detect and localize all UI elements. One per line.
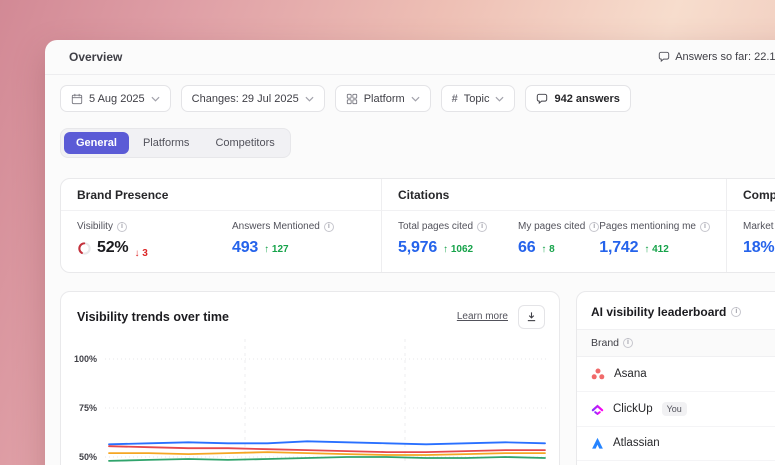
my-pages-cited-metric: My pages cited 66 ↑ 8 (518, 221, 599, 259)
trend-chart: 100% 75% 50% (61, 339, 559, 465)
changes-filter-label: Changes: 29 Jul 2025 (192, 93, 299, 105)
date-filter-label: 5 Aug 2025 (89, 93, 145, 105)
topic-filter-label: Topic (464, 93, 490, 105)
visibility-trends-card: Visibility trends over time Learn more 1… (60, 291, 560, 465)
my-pages-cited-value: 66 (518, 239, 535, 257)
info-icon[interactable] (623, 338, 633, 348)
answers-mentioned-metric: Answers Mentioned 493 ↑ 127 (232, 221, 334, 259)
y-axis-tick: 75% (61, 402, 97, 414)
brand-name: Atlassian (613, 437, 660, 449)
total-pages-cited-value: 5,976 (398, 239, 437, 257)
view-tabs: General Platforms Competitors (60, 128, 291, 158)
platform-filter-label: Platform (364, 93, 405, 105)
info-icon[interactable] (477, 222, 487, 232)
chevron-down-icon (411, 96, 420, 102)
atlassian-logo-icon (591, 437, 604, 450)
hash-icon (452, 93, 458, 105)
answers-mentioned-delta: ↑ 127 (264, 244, 288, 255)
info-icon[interactable] (589, 222, 599, 232)
stats-panel: Brand Presence Citations Competitors Vis… (60, 178, 775, 273)
brand-presence-metrics: Visibility 52% ↓ 3 (61, 211, 381, 272)
market-share-value: 18% (743, 239, 774, 257)
trend-card-title: Visibility trends over time (77, 310, 229, 324)
market-share-metric: Market Share 18% (743, 221, 775, 259)
my-pages-cited-delta: ↑ 8 (541, 244, 554, 255)
answers-mentioned-label: Answers Mentioned (232, 221, 320, 232)
info-icon[interactable] (731, 307, 741, 317)
y-axis-tick: 100% (61, 353, 97, 365)
visibility-gauge-icon (77, 241, 92, 256)
pages-mentioning-me-metric: Pages mentioning me 1,742 ↑ 412 (599, 221, 710, 259)
leaderboard-row-atlassian[interactable]: Atlassian (577, 427, 775, 461)
brand-column-header: Brand (577, 329, 775, 357)
my-pages-cited-label: My pages cited (518, 221, 585, 232)
visibility-value: 52% (77, 239, 128, 257)
ai-visibility-leaderboard-card: AI visibility leaderboard Brand Asana (576, 291, 775, 465)
leaderboard-title: AI visibility leaderboard (591, 305, 726, 319)
total-pages-cited-label: Total pages cited (398, 221, 473, 232)
total-pages-cited-metric: Total pages cited 5,976 ↑ 1062 (398, 221, 518, 259)
clickup-logo-icon (591, 402, 604, 415)
visibility-label-row: Visibility (77, 221, 232, 232)
leaderboard-row-monday[interactable]: Monday.com (577, 461, 775, 465)
answers-so-far: Answers so far: 22.1k (658, 51, 775, 63)
filter-toolbar: 5 Aug 2025 Changes: 29 Jul 2025 Platform (45, 75, 775, 112)
citations-header: Citations (381, 179, 726, 211)
chevron-down-icon (305, 96, 314, 102)
answers-count-chip[interactable]: 942 answers (525, 85, 630, 112)
tab-competitors[interactable]: Competitors (203, 132, 286, 154)
date-filter-chip[interactable]: 5 Aug 2025 (60, 85, 171, 112)
you-badge: You (662, 402, 687, 416)
download-chart-button[interactable] (518, 305, 545, 329)
grid-icon (346, 93, 358, 105)
competitors-header: Competitors (726, 179, 775, 211)
tab-platforms[interactable]: Platforms (131, 132, 201, 154)
y-axis-tick: 50% (61, 451, 97, 463)
calendar-icon (71, 93, 83, 105)
answers-so-far-text: Answers so far: 22.1k (675, 51, 775, 63)
chevron-down-icon (151, 96, 160, 102)
app-background: Overview Answers so far: 22.1k 5 Aug 202… (0, 0, 775, 465)
leaderboard-row-asana[interactable]: Asana (577, 357, 775, 392)
competitors-metrics: Market Share 18% (726, 211, 775, 272)
download-icon (526, 311, 537, 322)
pages-mentioning-me-label: Pages mentioning me (599, 221, 696, 232)
visibility-metric: Visibility 52% ↓ 3 (77, 221, 232, 259)
dashboard-lower-row: Visibility trends over time Learn more 1… (60, 291, 775, 465)
answers-icon (536, 93, 548, 105)
window-header: Overview Answers so far: 22.1k (45, 40, 775, 75)
answers-mentioned-value: 493 (232, 239, 258, 257)
trend-lines-svg (105, 339, 549, 465)
info-icon[interactable] (700, 222, 710, 232)
visibility-delta: ↓ 3 (134, 248, 147, 259)
trend-card-header: Visibility trends over time Learn more (61, 292, 559, 339)
chevron-down-icon (495, 96, 504, 102)
leaderboard-row-clickup[interactable]: ClickUp You (577, 392, 775, 427)
info-icon[interactable] (117, 222, 127, 232)
platform-filter-chip[interactable]: Platform (335, 85, 431, 112)
tab-general[interactable]: General (64, 132, 129, 154)
asana-logo-icon (591, 367, 605, 381)
overview-window: Overview Answers so far: 22.1k 5 Aug 202… (45, 40, 775, 465)
total-pages-cited-delta: ↑ 1062 (443, 244, 473, 255)
page-title: Overview (69, 50, 122, 64)
answers-count-label: 942 answers (554, 93, 619, 105)
info-icon[interactable] (324, 222, 334, 232)
brand-presence-header: Brand Presence (61, 179, 381, 211)
brand-name: ClickUp (613, 403, 653, 415)
brand-column-label: Brand (591, 337, 619, 349)
pages-mentioning-me-delta: ↑ 412 (644, 244, 668, 255)
learn-more-link[interactable]: Learn more (457, 311, 508, 322)
topic-filter-chip[interactable]: Topic (441, 85, 516, 112)
visibility-label: Visibility (77, 221, 113, 232)
citations-metrics: Total pages cited 5,976 ↑ 1062 My pages … (381, 211, 726, 272)
changes-filter-chip[interactable]: Changes: 29 Jul 2025 (181, 85, 325, 112)
answers-icon (658, 51, 670, 63)
brand-name: Asana (614, 368, 647, 380)
market-share-label: Market Share (743, 221, 775, 232)
pages-mentioning-me-value: 1,742 (599, 239, 638, 257)
